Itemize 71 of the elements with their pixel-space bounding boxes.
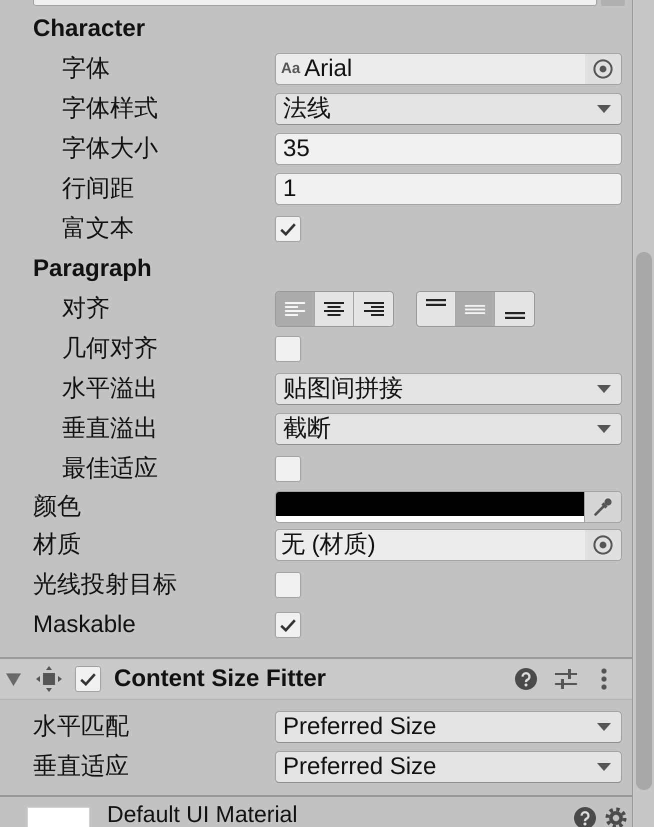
property-label: 水平溢出 bbox=[62, 375, 158, 403]
align-center-button[interactable] bbox=[315, 292, 354, 326]
help-icon[interactable] bbox=[574, 807, 596, 827]
property-label: 字体样式 bbox=[62, 95, 158, 123]
caret-icon bbox=[597, 763, 611, 771]
align-middle-icon bbox=[465, 304, 485, 314]
property-label: 颜色 bbox=[33, 493, 81, 521]
align-top-icon bbox=[426, 299, 446, 306]
settings-icon[interactable] bbox=[605, 807, 627, 827]
check-icon bbox=[280, 618, 296, 632]
color-field[interactable] bbox=[275, 491, 622, 523]
align-right-icon bbox=[364, 302, 384, 316]
object-picker-button[interactable] bbox=[585, 54, 621, 84]
section-heading: Paragraph bbox=[33, 255, 152, 283]
align-left-icon bbox=[285, 302, 305, 316]
align-center-icon bbox=[324, 302, 344, 316]
foldout-caret-icon[interactable] bbox=[5, 672, 22, 686]
more-icon[interactable] bbox=[600, 668, 608, 690]
caret-icon bbox=[597, 385, 611, 393]
property-label: 富文本 bbox=[62, 215, 134, 243]
text-field[interactable]: 35 bbox=[275, 133, 622, 165]
align-bottom-button[interactable] bbox=[495, 292, 534, 326]
text-field[interactable]: 1 bbox=[275, 173, 622, 205]
property-label: 最佳适应 bbox=[62, 455, 158, 483]
property-label: Maskable bbox=[33, 611, 136, 639]
enable-checkbox[interactable] bbox=[75, 666, 101, 692]
font-icon: Aa bbox=[281, 60, 300, 78]
dropdown[interactable]: Preferred Size bbox=[275, 751, 622, 783]
object-field[interactable]: 无 (材质) bbox=[275, 529, 622, 561]
property-label: 垂直溢出 bbox=[62, 415, 158, 443]
caret-icon bbox=[597, 105, 611, 113]
dropdown[interactable]: 贴图间拼接 bbox=[275, 373, 622, 405]
component-title: Content Size Fitter bbox=[114, 665, 326, 693]
object-field[interactable]: Aa Arial bbox=[275, 53, 622, 85]
help-icon[interactable] bbox=[515, 668, 537, 690]
checkbox[interactable] bbox=[275, 612, 301, 638]
square-arrows-icon bbox=[35, 665, 63, 693]
caret-icon bbox=[597, 723, 611, 731]
checkbox[interactable] bbox=[275, 456, 301, 482]
caret-icon bbox=[597, 425, 611, 433]
eyedropper-icon bbox=[593, 497, 613, 517]
check-icon bbox=[80, 672, 96, 686]
property-label: 垂直适应 bbox=[33, 753, 129, 781]
eyedropper-button[interactable] bbox=[584, 492, 621, 522]
dropdown[interactable]: 法线 bbox=[275, 93, 622, 125]
property-label: 对齐 bbox=[62, 295, 110, 323]
target-icon bbox=[593, 535, 613, 555]
property-label: 光线投射目标 bbox=[33, 571, 177, 599]
checkbox[interactable] bbox=[275, 336, 301, 362]
checkbox[interactable] bbox=[275, 216, 301, 242]
checkbox[interactable] bbox=[275, 572, 301, 598]
align-bottom-icon bbox=[504, 312, 524, 319]
component-header[interactable]: Content Size Fitter bbox=[0, 659, 632, 700]
property-label: 行间距 bbox=[62, 175, 134, 203]
property-label: 几何对齐 bbox=[62, 335, 158, 363]
sliders-icon[interactable] bbox=[555, 668, 577, 690]
material-name: Default UI Material bbox=[107, 802, 298, 826]
scrollbar-thumb[interactable] bbox=[636, 252, 652, 790]
target-icon bbox=[593, 59, 613, 79]
align-top-button[interactable] bbox=[417, 292, 456, 326]
check-icon bbox=[280, 222, 296, 236]
object-picker-button[interactable] bbox=[585, 530, 621, 560]
property-label: 字体 bbox=[62, 55, 110, 83]
property-label: 材质 bbox=[33, 531, 81, 559]
dropdown[interactable]: 截断 bbox=[275, 413, 622, 445]
dropdown[interactable]: Preferred Size bbox=[275, 711, 622, 743]
property-label: 水平匹配 bbox=[33, 713, 129, 741]
align-right-button[interactable] bbox=[354, 292, 393, 326]
property-label: 字体大小 bbox=[62, 135, 158, 163]
text-area-field[interactable] bbox=[33, 0, 597, 6]
section-heading: Character bbox=[33, 15, 146, 43]
